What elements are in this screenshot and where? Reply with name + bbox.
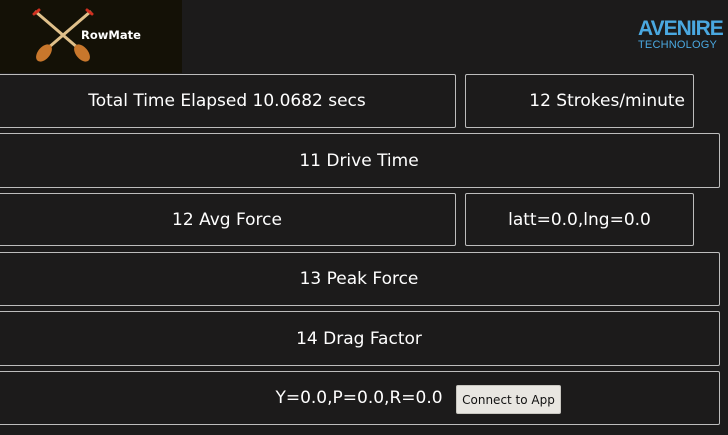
orientation-panel: Y=0.0,P=0.0,R=0.0 xyxy=(0,371,720,425)
location-panel: latt=0.0,lng=0.0 xyxy=(465,193,694,246)
stroke-rate-label: 12 Strokes/minute xyxy=(529,91,685,111)
time-elapsed-label: Total Time Elapsed 10.0682 secs xyxy=(88,91,366,111)
location-label: latt=0.0,lng=0.0 xyxy=(508,209,651,230)
brand-subtitle: TECHNOLOGY xyxy=(638,39,718,51)
avg-force-panel: 12 Avg Force xyxy=(0,193,456,246)
connect-to-app-button[interactable]: Connect to App xyxy=(456,385,561,414)
drag-factor-panel: 14 Drag Factor xyxy=(0,311,720,366)
avg-force-label: 12 Avg Force xyxy=(172,209,282,230)
time-elapsed-panel: Total Time Elapsed 10.0682 secs xyxy=(0,74,456,128)
drag-factor-label: 14 Drag Factor xyxy=(296,328,422,349)
drive-time-label: 11 Drive Time xyxy=(299,150,419,171)
drive-time-panel: 11 Drive Time xyxy=(0,133,720,188)
peak-force-panel: 13 Peak Force xyxy=(0,252,720,306)
peak-force-label: 13 Peak Force xyxy=(299,269,419,289)
stroke-rate-panel: 12 Strokes/minute xyxy=(465,74,694,128)
app-name: RowMate xyxy=(81,28,141,42)
brand-name: AVENIRE xyxy=(638,17,724,40)
app-logo: RowMate xyxy=(0,0,182,73)
orientation-label: Y=0.0,P=0.0,R=0.0 xyxy=(275,388,443,408)
brand-logo: AVENIRE TECHNOLOGY xyxy=(638,18,728,51)
